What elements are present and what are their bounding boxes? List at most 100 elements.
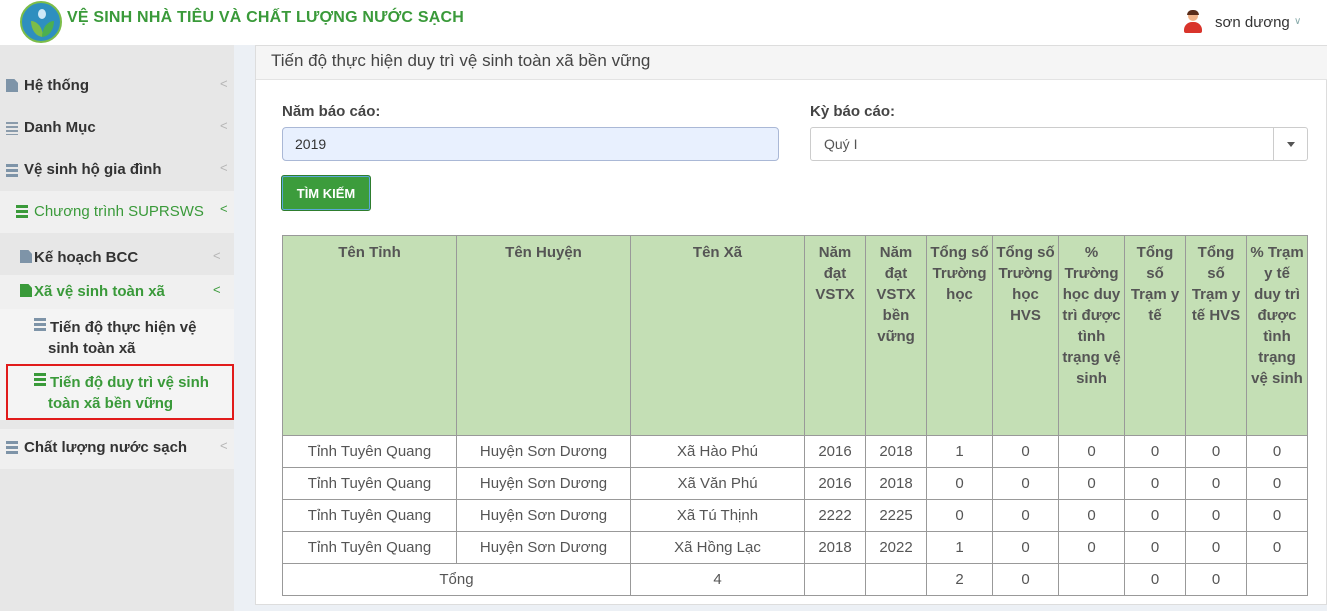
server-icon	[34, 373, 46, 386]
sidebar-item-label: Vệ sinh hộ gia đình	[24, 161, 162, 178]
cell-nam-vstx: 2018	[804, 531, 866, 564]
panel-header: Tiến độ thực hiện duy trì vệ sinh toàn x…	[256, 46, 1327, 80]
sidebar-item-chuong-trinh-suprsws[interactable]: Chương trình SUPRSWS <	[0, 191, 234, 233]
cell-huyen: Huyện Sơn Dương	[456, 499, 631, 532]
sidebar-item-xa-ve-sinh-toan-xa[interactable]: Xã vệ sinh toàn xã <	[0, 275, 234, 309]
logo-drop-shape	[38, 9, 46, 19]
cell-nam-ben-vung: 2018	[865, 435, 927, 468]
sidebar-item-danh-muc[interactable]: Danh Mục <	[0, 107, 234, 149]
table-total-row: Tổng 4 2 0 0 0	[282, 563, 1308, 596]
server-icon	[16, 205, 28, 218]
chevron-down-icon[interactable]: ∨	[1294, 16, 1301, 27]
cell-pct-truong: 0	[1058, 499, 1125, 532]
cell-tong-truong: 0	[926, 467, 993, 500]
table-header-row: Tên Tỉnh Tên Huyện Tên Xã Năm đạt VSTX N…	[282, 235, 1308, 436]
chevron-left-icon: <	[220, 201, 228, 216]
table-row[interactable]: Tỉnh Tuyên Quang Huyện Sơn Dương Xã Hào …	[282, 435, 1308, 468]
cell-tong-tram: 0	[1124, 499, 1186, 532]
cell-truong-hvs: 0	[992, 531, 1059, 564]
chevron-left-icon: <	[220, 118, 228, 133]
total-empty-cell	[1058, 563, 1125, 596]
cell-tong-tram: 0	[1124, 435, 1186, 468]
column-header-huyen[interactable]: Tên Huyện	[456, 235, 631, 436]
table-row[interactable]: Tỉnh Tuyên Quang Huyện Sơn Dương Xã Tú T…	[282, 499, 1308, 532]
server-icon	[6, 164, 18, 177]
chevron-left-icon: <	[220, 438, 228, 453]
sidebar-item-tien-do-thuc-hien[interactable]: Tiến độ thực hiện vệ sinh toàn xã	[0, 309, 234, 363]
period-select[interactable]: Quý I	[810, 127, 1308, 161]
sidebar-item-label: Chương trình SUPRSWS	[34, 203, 204, 220]
column-header-truong-hoc-hvs[interactable]: Tổng số Trường học HVS	[992, 235, 1059, 436]
sidebar-item-label: Xã vệ sinh toàn xã	[34, 283, 165, 300]
column-header-nam-vstx[interactable]: Năm đạt VSTX	[804, 235, 866, 436]
page-title: Tiến độ thực hiện duy trì vệ sinh toàn x…	[271, 51, 651, 70]
user-avatar-icon[interactable]	[1183, 10, 1203, 33]
cell-huyen: Huyện Sơn Dương	[456, 467, 631, 500]
total-truong-hoc: 2	[926, 563, 993, 596]
table-row[interactable]: Tỉnh Tuyên Quang Huyện Sơn Dương Xã Hồng…	[282, 531, 1308, 564]
total-truong-hoc-hvs: 0	[992, 563, 1059, 596]
cell-tram-hvs: 0	[1185, 467, 1247, 500]
column-header-tinh[interactable]: Tên Tỉnh	[282, 235, 457, 436]
avatar-body	[1184, 22, 1202, 33]
cell-tong-truong: 0	[926, 499, 993, 532]
total-xa-count: 4	[630, 563, 805, 596]
cell-tinh: Tỉnh Tuyên Quang	[282, 499, 457, 532]
cell-nam-ben-vung: 2022	[865, 531, 927, 564]
year-label: Năm báo cáo:	[282, 103, 381, 120]
column-header-nam-vstx-ben-vung[interactable]: Năm đạt VSTX bền vững	[865, 235, 927, 436]
column-header-tram-y-te-hvs[interactable]: Tổng số Trạm y tế HVS	[1185, 235, 1247, 436]
cell-nam-ben-vung: 2225	[865, 499, 927, 532]
cell-tong-tram: 0	[1124, 531, 1186, 564]
sidebar-item-ke-hoach-bcc[interactable]: Kế hoạch BCC <	[0, 233, 234, 275]
cell-xa: Xã Hồng Lạc	[630, 531, 805, 564]
list-icon	[6, 122, 18, 135]
sidebar-item-label: Hệ thống	[24, 77, 89, 94]
year-input[interactable]	[282, 127, 779, 161]
sidebar-item-he-thong[interactable]: Hệ thống <	[0, 65, 234, 107]
cell-xa: Xã Hào Phú	[630, 435, 805, 468]
column-header-xa[interactable]: Tên Xã	[630, 235, 805, 436]
column-header-tong-truong-hoc[interactable]: Tổng số Trường học	[926, 235, 993, 436]
server-icon	[34, 318, 46, 331]
period-label: Kỳ báo cáo:	[810, 103, 896, 120]
app-title[interactable]: VỆ SINH NHÀ TIÊU VÀ CHẤT LƯỢNG NƯỚC SẠCH	[67, 9, 464, 27]
cell-xa: Xã Tú Thịnh	[630, 499, 805, 532]
total-tram-y-te: 0	[1124, 563, 1186, 596]
cell-tong-truong: 1	[926, 435, 993, 468]
cell-nam-vstx: 2016	[804, 467, 866, 500]
cell-truong-hvs: 0	[992, 435, 1059, 468]
top-header: VỆ SINH NHÀ TIÊU VÀ CHẤT LƯỢNG NƯỚC SẠCH…	[0, 0, 1327, 45]
sidebar-item-ve-sinh-ho-gia-dinh[interactable]: Vệ sinh hộ gia đình <	[0, 149, 234, 191]
sidebar-item-label: Chất lượng nước sạch	[24, 439, 188, 456]
results-table: Tên Tỉnh Tên Huyện Tên Xã Năm đạt VSTX N…	[282, 235, 1308, 596]
user-menu-name[interactable]: sơn dương	[1215, 14, 1290, 31]
cell-huyen: Huyện Sơn Dương	[456, 435, 631, 468]
table-row[interactable]: Tỉnh Tuyên Quang Huyện Sơn Dương Xã Văn …	[282, 467, 1308, 500]
server-icon	[6, 441, 18, 454]
cell-pct-tram: 0	[1246, 435, 1308, 468]
sidebar-item-label: Tiến độ duy trì vệ sinh toàn xã bền vững	[48, 374, 209, 412]
document-icon	[20, 250, 32, 263]
document-icon	[20, 284, 32, 297]
column-header-pct-truong-hoc[interactable]: % Trường học duy trì được tình trạng vệ …	[1058, 235, 1125, 436]
sidebar-item-tien-do-duy-tri[interactable]: Tiến độ duy trì vệ sinh toàn xã bền vững	[0, 363, 234, 420]
sidebar-item-label: Danh Mục	[24, 119, 96, 136]
cell-tinh: Tỉnh Tuyên Quang	[282, 467, 457, 500]
column-header-tong-tram-y-te[interactable]: Tổng số Trạm y tế	[1124, 235, 1186, 436]
sidebar: Hệ thống < Danh Mục < Vệ sinh hộ gia đìn…	[0, 45, 234, 611]
sidebar-item-chat-luong-nuoc-sach[interactable]: Chất lượng nước sạch <	[0, 429, 234, 469]
cell-truong-hvs: 0	[992, 467, 1059, 500]
total-empty-cell	[865, 563, 927, 596]
cell-tram-hvs: 0	[1185, 435, 1247, 468]
column-header-pct-tram-y-te[interactable]: % Trạm y tế duy trì được tình trạng vệ s…	[1246, 235, 1308, 436]
cell-nam-vstx: 2016	[804, 435, 866, 468]
chevron-left-icon: <	[220, 160, 228, 175]
cell-tong-tram: 0	[1124, 467, 1186, 500]
sidebar-item-label: Kế hoạch BCC	[34, 249, 139, 266]
logo-icon[interactable]	[20, 1, 62, 43]
chevron-left-icon: <	[220, 76, 228, 91]
cell-pct-tram: 0	[1246, 499, 1308, 532]
caret-down-icon[interactable]	[1273, 128, 1307, 160]
search-button[interactable]: TÌM KIẾM	[281, 175, 371, 211]
